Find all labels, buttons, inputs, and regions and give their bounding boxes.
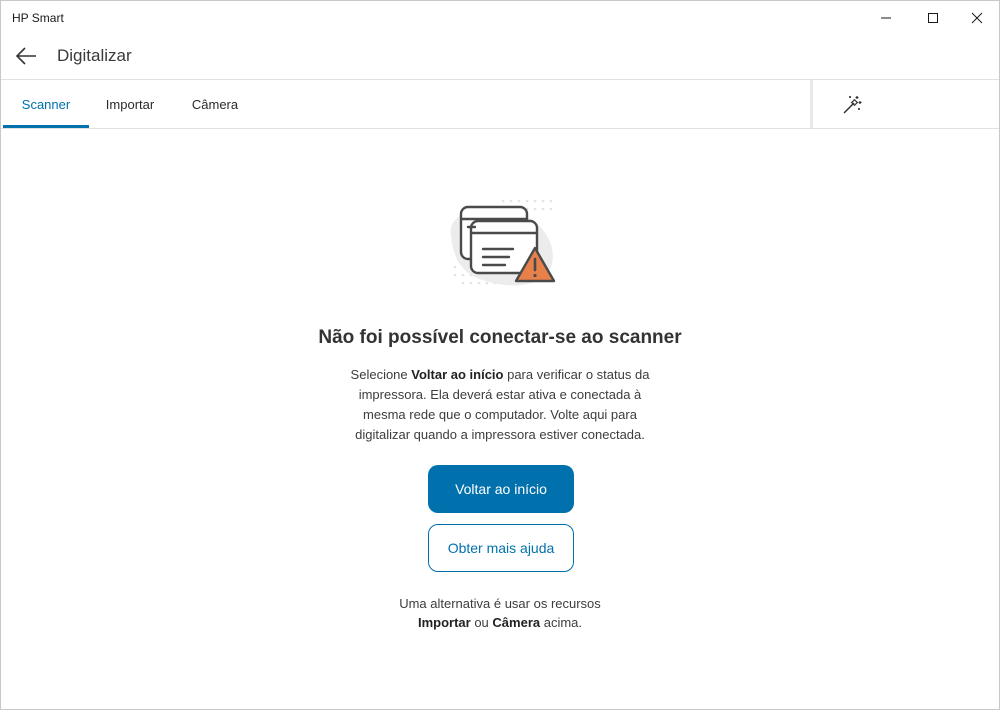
minimize-icon [881,17,891,19]
active-tab-indicator [3,125,89,128]
back-to-home-button[interactable]: Voltar ao início [428,465,574,513]
magic-wand-button[interactable] [837,90,867,120]
error-description: Selecione Voltar ao início para verifica… [350,365,650,445]
page-title: Digitalizar [57,46,132,65]
maximize-button[interactable] [910,1,956,35]
main-content: Não foi possível conectar-se ao scanner … [1,129,999,709]
error-title: Não foi possível conectar-se ao scanner [318,327,682,348]
title-bar: HP Smart [1,1,999,35]
close-icon [971,12,983,24]
get-help-button[interactable]: Obter mais ajuda [428,524,574,572]
tab-camera[interactable]: Câmera [179,80,251,128]
scanner-warning-icon [450,199,556,286]
error-desc-pre: Selecione [350,367,412,382]
magic-wand-icon [843,96,862,114]
app-title: HP Smart [12,11,64,25]
back-button[interactable] [9,39,43,73]
minimize-button[interactable] [863,1,909,35]
tab-importar[interactable]: Importar [93,80,167,128]
alt-line1: Uma alternativa é usar os recursos [399,596,601,611]
error-desc-bold: Voltar ao início [411,367,504,382]
arrow-left-icon [15,47,36,65]
maximize-icon [928,13,938,23]
close-button[interactable] [954,1,1000,35]
alt-camera-bold: Câmera [492,615,541,630]
tab-divider [810,80,813,128]
app-window: HP Smart Digitalizar Scanner Importar Câ… [0,0,1000,710]
tab-bar: Scanner Importar Câmera [1,79,999,129]
alt-mid: ou [470,615,493,630]
alt-end: acima. [540,615,583,630]
alt-import-bold: Importar [417,615,471,630]
alternative-text: Uma alternativa é usar os recursos Import… [350,594,650,632]
tab-scanner[interactable]: Scanner [3,80,89,128]
page-header: Digitalizar [1,35,999,79]
